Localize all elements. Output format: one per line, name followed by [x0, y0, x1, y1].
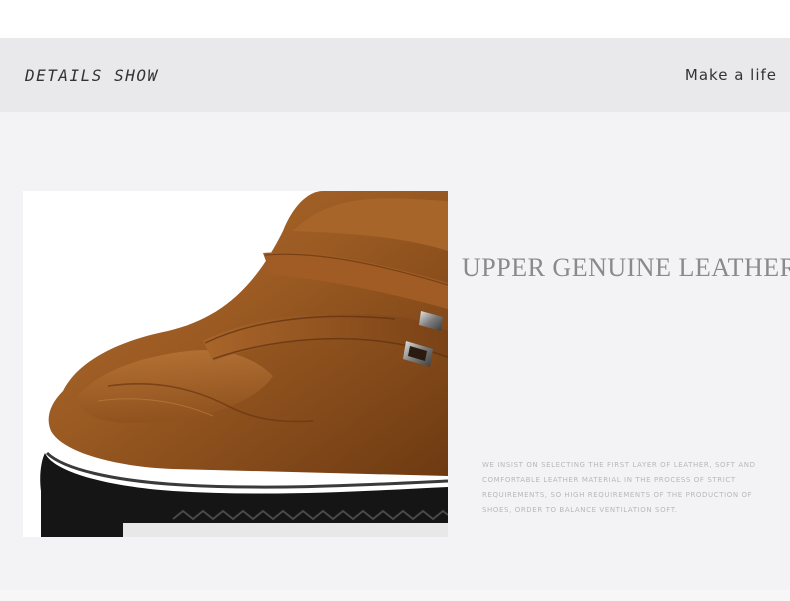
- leather-shoe-closeup: [23, 191, 448, 537]
- feature-heading: UPPER GENUINE LEATHER: [462, 253, 790, 282]
- product-detail-photo: [23, 191, 448, 537]
- feature-description: WE INSIST ON SELECTING THE FIRST LAYER O…: [482, 461, 756, 514]
- top-margin: [0, 0, 790, 38]
- brand-slogan: Make a life: [684, 66, 777, 84]
- footer-strip: [0, 590, 790, 601]
- section-title: DETAILS SHOW: [25, 66, 159, 85]
